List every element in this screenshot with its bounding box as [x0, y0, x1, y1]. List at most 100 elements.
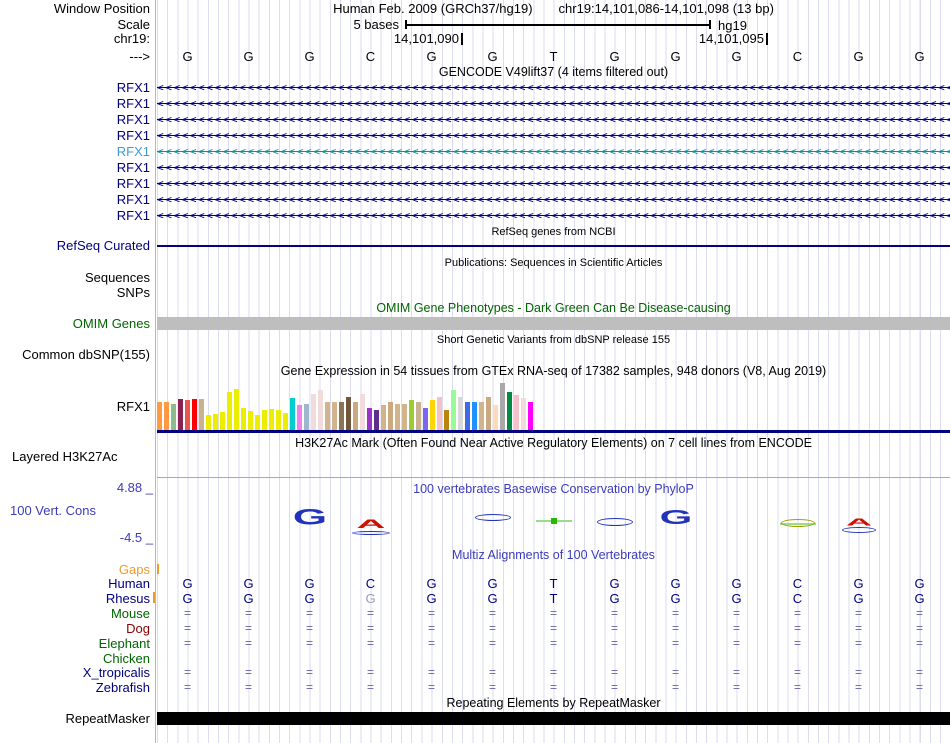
repeatmasker-track-title[interactable]: Repeating Elements by RepeatMasker [157, 697, 950, 710]
gtex-bar[interactable] [325, 402, 330, 430]
gene-transcript-item[interactable]: <<<<<<<<<<<<<<<<<<<<<<<<<<<<<<<<<<<<<<<<… [157, 97, 950, 110]
gtex-bar[interactable] [255, 415, 260, 430]
gtex-bar[interactable] [507, 392, 512, 430]
svg-text:A: A [846, 517, 872, 527]
gene-transcript-item[interactable]: <<<<<<<<<<<<<<<<<<<<<<<<<<<<<<<<<<<<<<<<… [157, 209, 950, 222]
publications-track-title[interactable]: Publications: Sequences in Scientific Ar… [157, 257, 950, 270]
conservation-logo-lens [780, 519, 815, 527]
h3k27ac-track-title[interactable]: H3K27Ac Mark (Often Found Near Active Re… [157, 437, 950, 450]
gtex-bar[interactable] [423, 408, 428, 430]
gene-transcript-item[interactable]: <<<<<<<<<<<<<<<<<<<<<<<<<<<<<<<<<<<<<<<<… [157, 113, 950, 126]
alignment-identity-symbol: = [732, 606, 740, 620]
window-position-header: Human Feb. 2009 (GRCh37/hg19) chr19:14,1… [157, 2, 950, 16]
alignment-identity-symbol: = [488, 665, 496, 679]
gaps-label: Gaps [118, 562, 150, 577]
gtex-bar[interactable] [465, 402, 470, 430]
alignment-identity-symbol: = [793, 606, 801, 620]
gtex-bar[interactable] [353, 402, 358, 430]
gtex-bar[interactable] [199, 399, 204, 430]
omim-gene-item[interactable] [157, 317, 950, 330]
gtex-bar[interactable] [192, 399, 197, 430]
gtex-bar[interactable] [332, 402, 337, 430]
gtex-bar[interactable] [486, 397, 491, 430]
refseq-curated-item[interactable] [157, 245, 950, 247]
repeatmasker-label: RepeatMasker [65, 711, 150, 726]
alignment-identity-symbol: = [549, 606, 557, 620]
gene-transcript-item[interactable]: <<<<<<<<<<<<<<<<<<<<<<<<<<<<<<<<<<<<<<<<… [157, 145, 950, 158]
gtex-bar[interactable] [234, 389, 239, 430]
alignment-identity-symbol: = [244, 665, 252, 679]
gtex-track-title[interactable]: Gene Expression in 54 tissues from GTEx … [157, 365, 950, 378]
gtex-bar[interactable] [430, 400, 435, 430]
alignment-base: C [365, 576, 376, 591]
scale-bar-right-tick [709, 20, 711, 29]
gtex-bar[interactable] [528, 402, 533, 430]
gtex-bar[interactable] [521, 398, 526, 430]
gtex-bar[interactable] [493, 405, 498, 430]
gtex-bar[interactable] [269, 409, 274, 430]
gtex-bar[interactable] [416, 402, 421, 430]
gtex-bar[interactable] [262, 410, 267, 430]
repeatmasker-item[interactable] [157, 712, 950, 725]
gene-transcript-item[interactable]: <<<<<<<<<<<<<<<<<<<<<<<<<<<<<<<<<<<<<<<<… [157, 129, 950, 142]
gtex-bar[interactable] [346, 397, 351, 430]
gene-transcript-item[interactable]: <<<<<<<<<<<<<<<<<<<<<<<<<<<<<<<<<<<<<<<<… [157, 81, 950, 94]
gtex-bar[interactable] [185, 400, 190, 430]
gtex-bar[interactable] [500, 383, 505, 430]
strand-label: ---> [129, 49, 150, 64]
gtex-bar[interactable] [206, 415, 211, 430]
gene-label: RFX1 [116, 112, 150, 127]
alignment-identity-symbol: = [610, 621, 618, 635]
gtex-bar[interactable] [402, 404, 407, 430]
gtex-bar[interactable] [157, 402, 162, 430]
gtex-bar[interactable] [479, 402, 484, 430]
gtex-bar[interactable] [164, 402, 169, 430]
gtex-bar[interactable] [178, 399, 183, 430]
alignment-base: G [304, 591, 315, 606]
gtex-bar[interactable] [395, 404, 400, 430]
species-label: Zebrafish [95, 680, 150, 695]
gtex-bar[interactable] [220, 412, 225, 430]
dbsnp-track-title[interactable]: Short Genetic Variants from dbSNP releas… [157, 334, 950, 347]
alignment-identity-symbol: = [366, 621, 374, 635]
gtex-bar[interactable] [213, 414, 218, 430]
gtex-bar[interactable] [388, 402, 393, 430]
gtex-bar[interactable] [360, 394, 365, 430]
gtex-bar[interactable] [409, 400, 414, 430]
label-boundary-line [155, 0, 156, 743]
gtex-bar[interactable] [472, 402, 477, 430]
scale-label: Scale [117, 17, 150, 32]
gtex-bar[interactable] [451, 390, 456, 430]
gencode-track-title[interactable]: GENCODE V49lift37 (4 items filtered out) [157, 66, 950, 79]
gene-transcript-item[interactable]: <<<<<<<<<<<<<<<<<<<<<<<<<<<<<<<<<<<<<<<<… [157, 177, 950, 190]
gtex-bar[interactable] [381, 405, 386, 430]
gtex-bar[interactable] [367, 408, 372, 430]
base-letter: G [426, 49, 437, 64]
gtex-bar[interactable] [304, 404, 309, 430]
alignment-identity-symbol: = [305, 636, 313, 650]
gene-transcript-item[interactable]: <<<<<<<<<<<<<<<<<<<<<<<<<<<<<<<<<<<<<<<<… [157, 193, 950, 206]
gtex-bar[interactable] [437, 397, 442, 430]
alignment-identity-symbol: = [366, 636, 374, 650]
gtex-bar[interactable] [318, 390, 323, 430]
gtex-bar[interactable] [241, 408, 246, 430]
refseq-track-title[interactable]: RefSeq genes from NCBI [157, 226, 950, 239]
omim-track-title[interactable]: OMIM Gene Phenotypes - Dark Green Can Be… [157, 302, 950, 315]
gtex-bar[interactable] [444, 410, 449, 430]
alignment-identity-symbol: = [549, 680, 557, 694]
gtex-bar[interactable] [227, 392, 232, 430]
gtex-bar[interactable] [290, 398, 295, 430]
gtex-bar[interactable] [171, 404, 176, 430]
gtex-bar[interactable] [458, 397, 463, 430]
gtex-bar[interactable] [283, 413, 288, 430]
conservation-track-title[interactable]: 100 vertebrates Basewise Conservation by… [157, 483, 950, 496]
gtex-bar[interactable] [514, 395, 519, 430]
gtex-bar[interactable] [297, 405, 302, 430]
gtex-bar[interactable] [339, 402, 344, 430]
gtex-bar[interactable] [374, 410, 379, 430]
gtex-bar[interactable] [311, 394, 316, 430]
gtex-bar[interactable] [248, 411, 253, 430]
gtex-bar[interactable] [276, 410, 281, 430]
gene-transcript-item[interactable]: <<<<<<<<<<<<<<<<<<<<<<<<<<<<<<<<<<<<<<<<… [157, 161, 950, 174]
multiz-track-title[interactable]: Multiz Alignments of 100 Vertebrates [157, 549, 950, 562]
